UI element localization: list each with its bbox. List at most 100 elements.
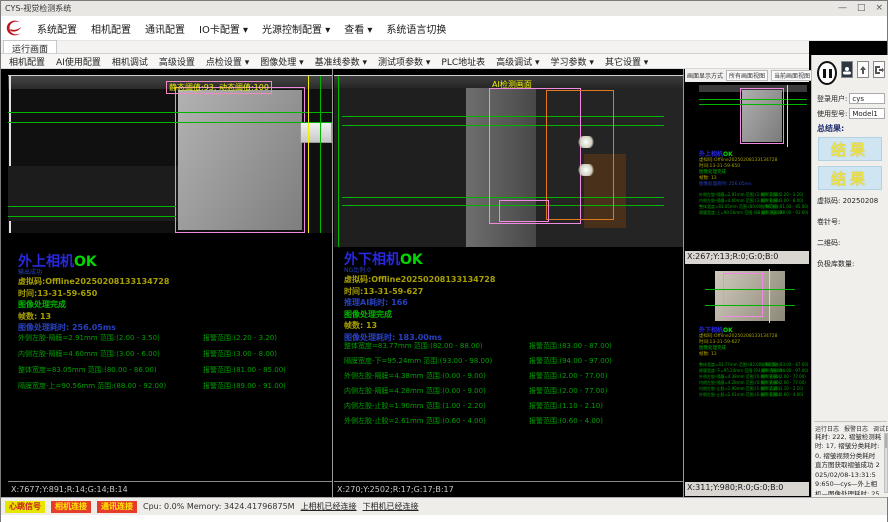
- logout-icon: [874, 65, 884, 75]
- app-window: CYS-视觉检测系统 — □ × 系统配置 相机配置 通讯配置 IO卡配置 ▾ …: [0, 0, 888, 522]
- view-tab-current[interactable]: 当前画面视图: [771, 70, 813, 81]
- minimize-icon[interactable]: —: [838, 1, 847, 16]
- mini-line: [699, 99, 807, 100]
- snapshot-tool-button[interactable]: [857, 61, 869, 78]
- pixel-readout-upper: X:7677;Y:891;R:14;G:14;B:14: [8, 481, 332, 497]
- tool-test-item-params[interactable]: 测试项参数 ▾: [378, 55, 430, 68]
- result-box-2: 结果: [818, 166, 882, 190]
- menu-item-camera-config[interactable]: 相机配置: [91, 21, 131, 36]
- camera-panel-upper: 静态阈值:93, 动态阈值:100 外上相机OK 输出成功 虚拟码:Offlin…: [8, 69, 332, 497]
- login-user-row: 登录用户: cys: [817, 93, 885, 104]
- log-tab-run[interactable]: 运行日志: [815, 424, 839, 433]
- panel-divider: [683, 69, 684, 497]
- model-field[interactable]: Model1: [849, 108, 885, 119]
- tool-spot-check[interactable]: 点检设置 ▾: [206, 55, 249, 68]
- pause-button[interactable]: [817, 61, 837, 85]
- output-status: NG比例:0: [344, 267, 495, 274]
- result-box-1: 结果: [818, 137, 882, 161]
- cpu-memory-text: Cpu: 0.0% Memory: 3424.41796875M: [143, 502, 295, 511]
- mini-cell-image: [742, 90, 782, 142]
- log-text: 耗时: 222, 褶皱检测耗时: 17, 褶皱分类耗时: 0, 褶皱视频分类耗时…: [815, 433, 882, 495]
- measure-row: 整体宽度=83.05mm 范围:(80.00 - 86.00)报警范围:(81.…: [18, 365, 328, 381]
- camera-name: 外下相机: [344, 252, 400, 268]
- maximize-icon[interactable]: □: [857, 1, 866, 16]
- tab-connector-image: [300, 122, 332, 143]
- mini-line: [699, 104, 807, 105]
- machine-body: [334, 88, 474, 247]
- heartbeat-badge: 心跳信号: [5, 501, 45, 513]
- pixel-readout-thumb2: X:311;Y:980;R:0;G:0;B:0: [685, 482, 809, 496]
- machine-body: [8, 166, 178, 221]
- battery-cell-image: [178, 90, 302, 230]
- window-footer: [1, 515, 887, 522]
- thumbnail-upper-camera[interactable]: 外上相机OK 虚拟码:Offline20250208133134728 时间:1…: [685, 83, 809, 251]
- processing-done: 图像处理完成: [18, 299, 169, 311]
- thumbnail-lower-camera[interactable]: 外下相机OK 虚拟码:Offline20250208133134728 时间:1…: [685, 265, 809, 481]
- tool-baseline-params[interactable]: 基准线参数 ▾: [315, 55, 367, 68]
- logout-tool-button[interactable]: [873, 61, 885, 78]
- menu-item-system-config[interactable]: 系统配置: [37, 21, 77, 36]
- mini-info: 外上相机OK 虚拟码:Offline20250208133134728 时间:1…: [699, 151, 808, 216]
- log-tab-alarm[interactable]: 报警日志: [844, 424, 868, 433]
- mini-line: [787, 85, 788, 147]
- camera-connect-badge: 相机连接: [51, 501, 91, 513]
- mini-line: [705, 289, 795, 290]
- tool-plc-address-table[interactable]: PLC地址表: [441, 55, 485, 68]
- close-icon[interactable]: ×: [875, 1, 883, 16]
- result-ok: OK: [74, 254, 97, 270]
- result-ok: OK: [400, 252, 423, 268]
- tool-other-settings[interactable]: 其它设置 ▾: [605, 55, 648, 68]
- model-row: 使用型号: Model1: [817, 108, 885, 119]
- mini-info: 外下相机OK 虚拟码:Offline20250208133134728 时间:1…: [699, 327, 808, 398]
- tool-learning-params[interactable]: 学习参数 ▾: [551, 55, 594, 68]
- measurement-rows-lower: 整体宽度=83.77mm 范围:(82.00 - 88.00)报警范围:(83.…: [344, 341, 679, 431]
- measure-row: 隔膜宽度-上=90.56mm 范围:(88.00 - 92.00)报警范围:(8…: [18, 381, 328, 397]
- measure-row: 内侧左胶-隔膜=4.60mm 范围:(3.00 - 6.00)报警范围:(3.0…: [18, 349, 328, 365]
- lower-camera-status: 下相机已经连接: [363, 501, 419, 512]
- tool-advanced-debug[interactable]: 高级调试 ▾: [496, 55, 539, 68]
- camera-name: 外上相机: [18, 254, 74, 270]
- right-sidebar: 登录用户: cys 使用型号: Model1 总结果: 结果 结果 虚拟码: 2…: [811, 55, 888, 497]
- menu-item-io-card-config[interactable]: IO卡配置 ▾: [199, 21, 248, 36]
- measure-row: 整体宽度=83.77mm 范围:(82.00 - 88.00)报警范围:(83.…: [344, 341, 679, 356]
- menu-item-view[interactable]: 查看 ▾: [344, 21, 372, 36]
- menu-item-language-switch[interactable]: 系统语言切换: [386, 21, 446, 36]
- edge-line-overlay: [320, 76, 321, 233]
- camera-view-upper[interactable]: 静态阈值:93, 动态阈值:100: [8, 75, 332, 233]
- tool-advanced-settings[interactable]: 高级设置: [159, 55, 195, 68]
- menu-item-light-control[interactable]: 光源控制配置 ▾: [262, 21, 330, 36]
- measure-line-overlay: [8, 206, 176, 207]
- mini-roi-rect: [723, 273, 763, 317]
- frame-count: 帧数: 13: [18, 311, 169, 323]
- result-block-lower: 外下相机OK NG比例:0 虚拟码:Offline202502081331347…: [344, 253, 495, 343]
- camera-tool-button[interactable]: [841, 61, 853, 78]
- tool-camera-debug[interactable]: 相机调试: [112, 55, 148, 68]
- view-tab-all[interactable]: 所有画面视图: [726, 70, 768, 81]
- login-user-label: 登录用户:: [817, 94, 847, 104]
- processing-done: 图像处理完成: [344, 309, 495, 321]
- arrow-up-icon: [858, 65, 868, 75]
- log-scrollbar[interactable]: [884, 433, 888, 493]
- tool-image-processing[interactable]: 图像处理 ▾: [260, 55, 303, 68]
- tab-run-screen[interactable]: 运行画面: [3, 40, 57, 53]
- processing-elapsed: 图像处理耗时: 256.05ms: [18, 322, 169, 334]
- camera-view-lower[interactable]: AI检测画面: [334, 75, 683, 247]
- result-block-upper: 外上相机OK 输出成功 虚拟码:Offline20250208133134728…: [18, 255, 169, 334]
- panel-divider: [332, 69, 333, 497]
- upper-camera-status: 上相机已经连接: [301, 501, 357, 512]
- mini-line: [769, 269, 770, 323]
- virtual-code-text: 虚拟码: 20250208: [817, 196, 885, 206]
- menu-item-comm-config[interactable]: 通讯配置: [145, 21, 185, 36]
- measure-row: 隔膜宽度-下=95.24mm 范围:(93.00 - 98.00)报警范围:(9…: [344, 356, 679, 371]
- tab-strip: 运行画面: [1, 41, 809, 54]
- comm-connect-badge: 通讯连接: [97, 501, 137, 513]
- measure-line-overlay: [8, 122, 332, 123]
- tool-camera-config[interactable]: 相机配置: [9, 55, 45, 68]
- total-result-label: 总结果:: [817, 123, 885, 134]
- camera-panel-lower: AI检测画面 外下相机OK NG比例:0 虚拟码:Offline20250208…: [334, 69, 683, 497]
- login-user-field[interactable]: cys: [849, 93, 885, 104]
- tool-ai-usage-config[interactable]: AI使用配置: [56, 55, 101, 68]
- log-tab-debug[interactable]: 调试日志: [873, 424, 888, 433]
- camera-icon: [842, 65, 852, 75]
- anode-stock-label: 负极库数量:: [817, 259, 885, 269]
